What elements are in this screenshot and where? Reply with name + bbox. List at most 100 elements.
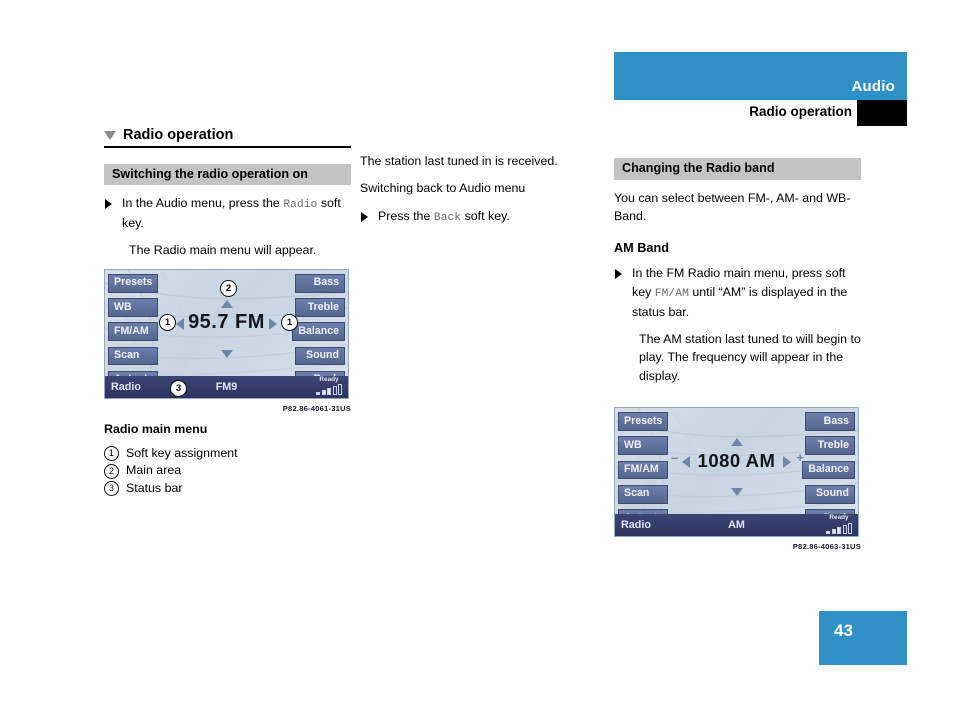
arrow-left-icon[interactable] [176, 317, 184, 330]
legend-number: 2 [104, 463, 119, 479]
figure-code-am: P82.86-4063-31US [792, 542, 861, 552]
soft-keys-right: Bass Treble Balance Sound Back [292, 273, 345, 390]
display-status-bar: Radio AM Ready [615, 514, 858, 537]
callout-2-main: 2 [220, 279, 237, 297]
signal-bar [332, 386, 337, 396]
plus-sign: + [796, 450, 804, 466]
softkey-presets[interactable]: Presets [108, 273, 159, 293]
paragraph-station-received: The station last tuned in is received. [360, 154, 558, 168]
arrow-right-icon[interactable] [783, 456, 791, 469]
frequency-readout: 95.7 FM [188, 311, 265, 334]
arrow-down-icon[interactable] [220, 349, 233, 358]
softkey-wb[interactable]: WB [108, 298, 158, 317]
signal-bars [826, 522, 852, 534]
softkey-fm-am[interactable]: FM/AM [108, 322, 158, 342]
signal-indicator: Ready [316, 375, 342, 396]
triangle-right-bullet-icon [361, 211, 368, 222]
left-column: Radio operation Switching the radio oper… [104, 128, 351, 498]
softkey-bass[interactable]: Bass [805, 412, 855, 431]
signal-ready-label: Ready [319, 375, 339, 383]
header-blue-band: Audio [614, 52, 907, 100]
softkey-sound[interactable]: Sound [805, 484, 855, 504]
arrow-right-icon[interactable] [269, 317, 277, 330]
radio-display-am[interactable]: Presets WB FM/AM Scan Autost. Bass Trebl… [614, 407, 859, 538]
section-title-text: Radio operation [123, 127, 234, 143]
legend-item: 2 Main area [104, 462, 351, 480]
softkey-name-back: Back [433, 211, 462, 224]
minus-sign: – [671, 450, 679, 466]
right-column: Changing the Radio band You can select b… [614, 158, 861, 551]
signal-bar [842, 524, 847, 534]
figure-caption-title: Radio main menu [104, 421, 208, 436]
arrow-left-icon[interactable] [682, 456, 690, 469]
soft-keys-right: Bass Treble Balance Sound Back [802, 412, 855, 528]
arrow-down-icon[interactable] [730, 488, 743, 497]
softkey-balance[interactable]: Balance [802, 460, 855, 480]
signal-bar [321, 390, 326, 396]
softkey-balance[interactable]: Balance [292, 322, 345, 342]
softkey-scan[interactable]: Scan [108, 346, 158, 366]
middle-column: The station last tuned in is received. S… [360, 152, 607, 236]
bullet-item: In the Audio menu, press the Radio soft … [104, 194, 351, 232]
signal-bar [327, 388, 331, 396]
radio-display-fm[interactable]: Presets WB FM/AM Scan Autost. Bass Trebl… [104, 268, 349, 399]
softkey-treble[interactable]: Treble [295, 298, 345, 317]
bullet-text: In the Audio menu, press the Radio soft … [122, 194, 351, 232]
arrow-up-icon[interactable] [730, 438, 743, 447]
softkey-bass[interactable]: Bass [295, 273, 345, 293]
header-subtitle-row: Radio operation [614, 100, 907, 126]
page-number: 43 [834, 621, 853, 640]
signal-bar [826, 530, 830, 534]
figure-code-fm: P82.86-4061-31US [282, 403, 351, 413]
legend-number: 3 [104, 481, 119, 497]
page-number-box: 43 [819, 611, 907, 665]
bullet-text-pre: In the Audio menu, press the [122, 196, 284, 211]
legend-item: 3 Status bar [104, 480, 351, 498]
signal-bar [837, 526, 841, 534]
softkey-sound[interactable]: Sound [295, 346, 345, 366]
frequency-readout: 1080 AM [697, 450, 776, 472]
subhead-switching-radio-on: Switching the radio operation on [104, 163, 351, 186]
softkey-wb[interactable]: WB [618, 436, 668, 456]
bullet-text-pre: Press the [378, 208, 434, 223]
bullet-item: Press the Back soft key. [360, 207, 607, 227]
signal-bar [831, 528, 836, 534]
paragraph-am-station-plays: The AM station last tuned to will begin … [639, 332, 861, 383]
status-source-label: Radio [111, 380, 141, 393]
legend-label: Status bar [126, 481, 183, 496]
header-section-title: Radio operation [749, 104, 852, 119]
callout-1-left: 1 [159, 313, 176, 331]
softkey-presets[interactable]: Presets [618, 412, 669, 431]
signal-bar [848, 522, 852, 534]
legend-label: Soft key assignment [126, 445, 238, 460]
callout-1-right: 1 [281, 313, 298, 331]
display-main-area: 1080 AM [673, 408, 800, 514]
bullet-text-post: soft key. [461, 208, 510, 223]
softkey-name-radio: Radio [283, 199, 318, 212]
triangle-right-bullet-icon [105, 199, 112, 210]
triangle-down-icon [104, 130, 116, 140]
bullet-text: In the FM Radio main menu, press soft ke… [632, 264, 861, 321]
softkey-fm-am[interactable]: FM/AM [618, 460, 668, 480]
callout-3-status: 3 [170, 379, 187, 397]
legend-item: 1 Soft key assignment [104, 445, 351, 463]
soft-keys-left: Presets WB FM/AM Scan Autost. [618, 412, 669, 528]
section-title-radio-operation: Radio operation [104, 128, 351, 148]
subhead-changing-radio-band: Changing the Radio band [614, 158, 861, 180]
signal-indicator: Ready [826, 514, 852, 534]
status-band-label: FM9 [215, 380, 238, 393]
header-chapter-title: Audio [851, 78, 895, 95]
signal-bar [338, 384, 342, 396]
signal-ready-label: Ready [829, 514, 849, 522]
signal-bar [316, 392, 320, 396]
paragraph-band-selection: You can select between FM-, AM- and WB-B… [614, 190, 851, 224]
softkey-scan[interactable]: Scan [618, 484, 668, 504]
legend-number: 1 [104, 446, 119, 462]
soft-keys-left: Presets WB FM/AM Scan Autost. [108, 273, 159, 390]
header-black-tab [857, 100, 907, 126]
bullet-item: In the FM Radio main menu, press soft ke… [614, 264, 861, 321]
triangle-right-bullet-icon [615, 269, 622, 280]
paragraph-switching-back: Switching back to Audio menu [360, 181, 526, 196]
arrow-up-icon[interactable] [220, 299, 233, 308]
softkey-treble[interactable]: Treble [805, 436, 855, 456]
